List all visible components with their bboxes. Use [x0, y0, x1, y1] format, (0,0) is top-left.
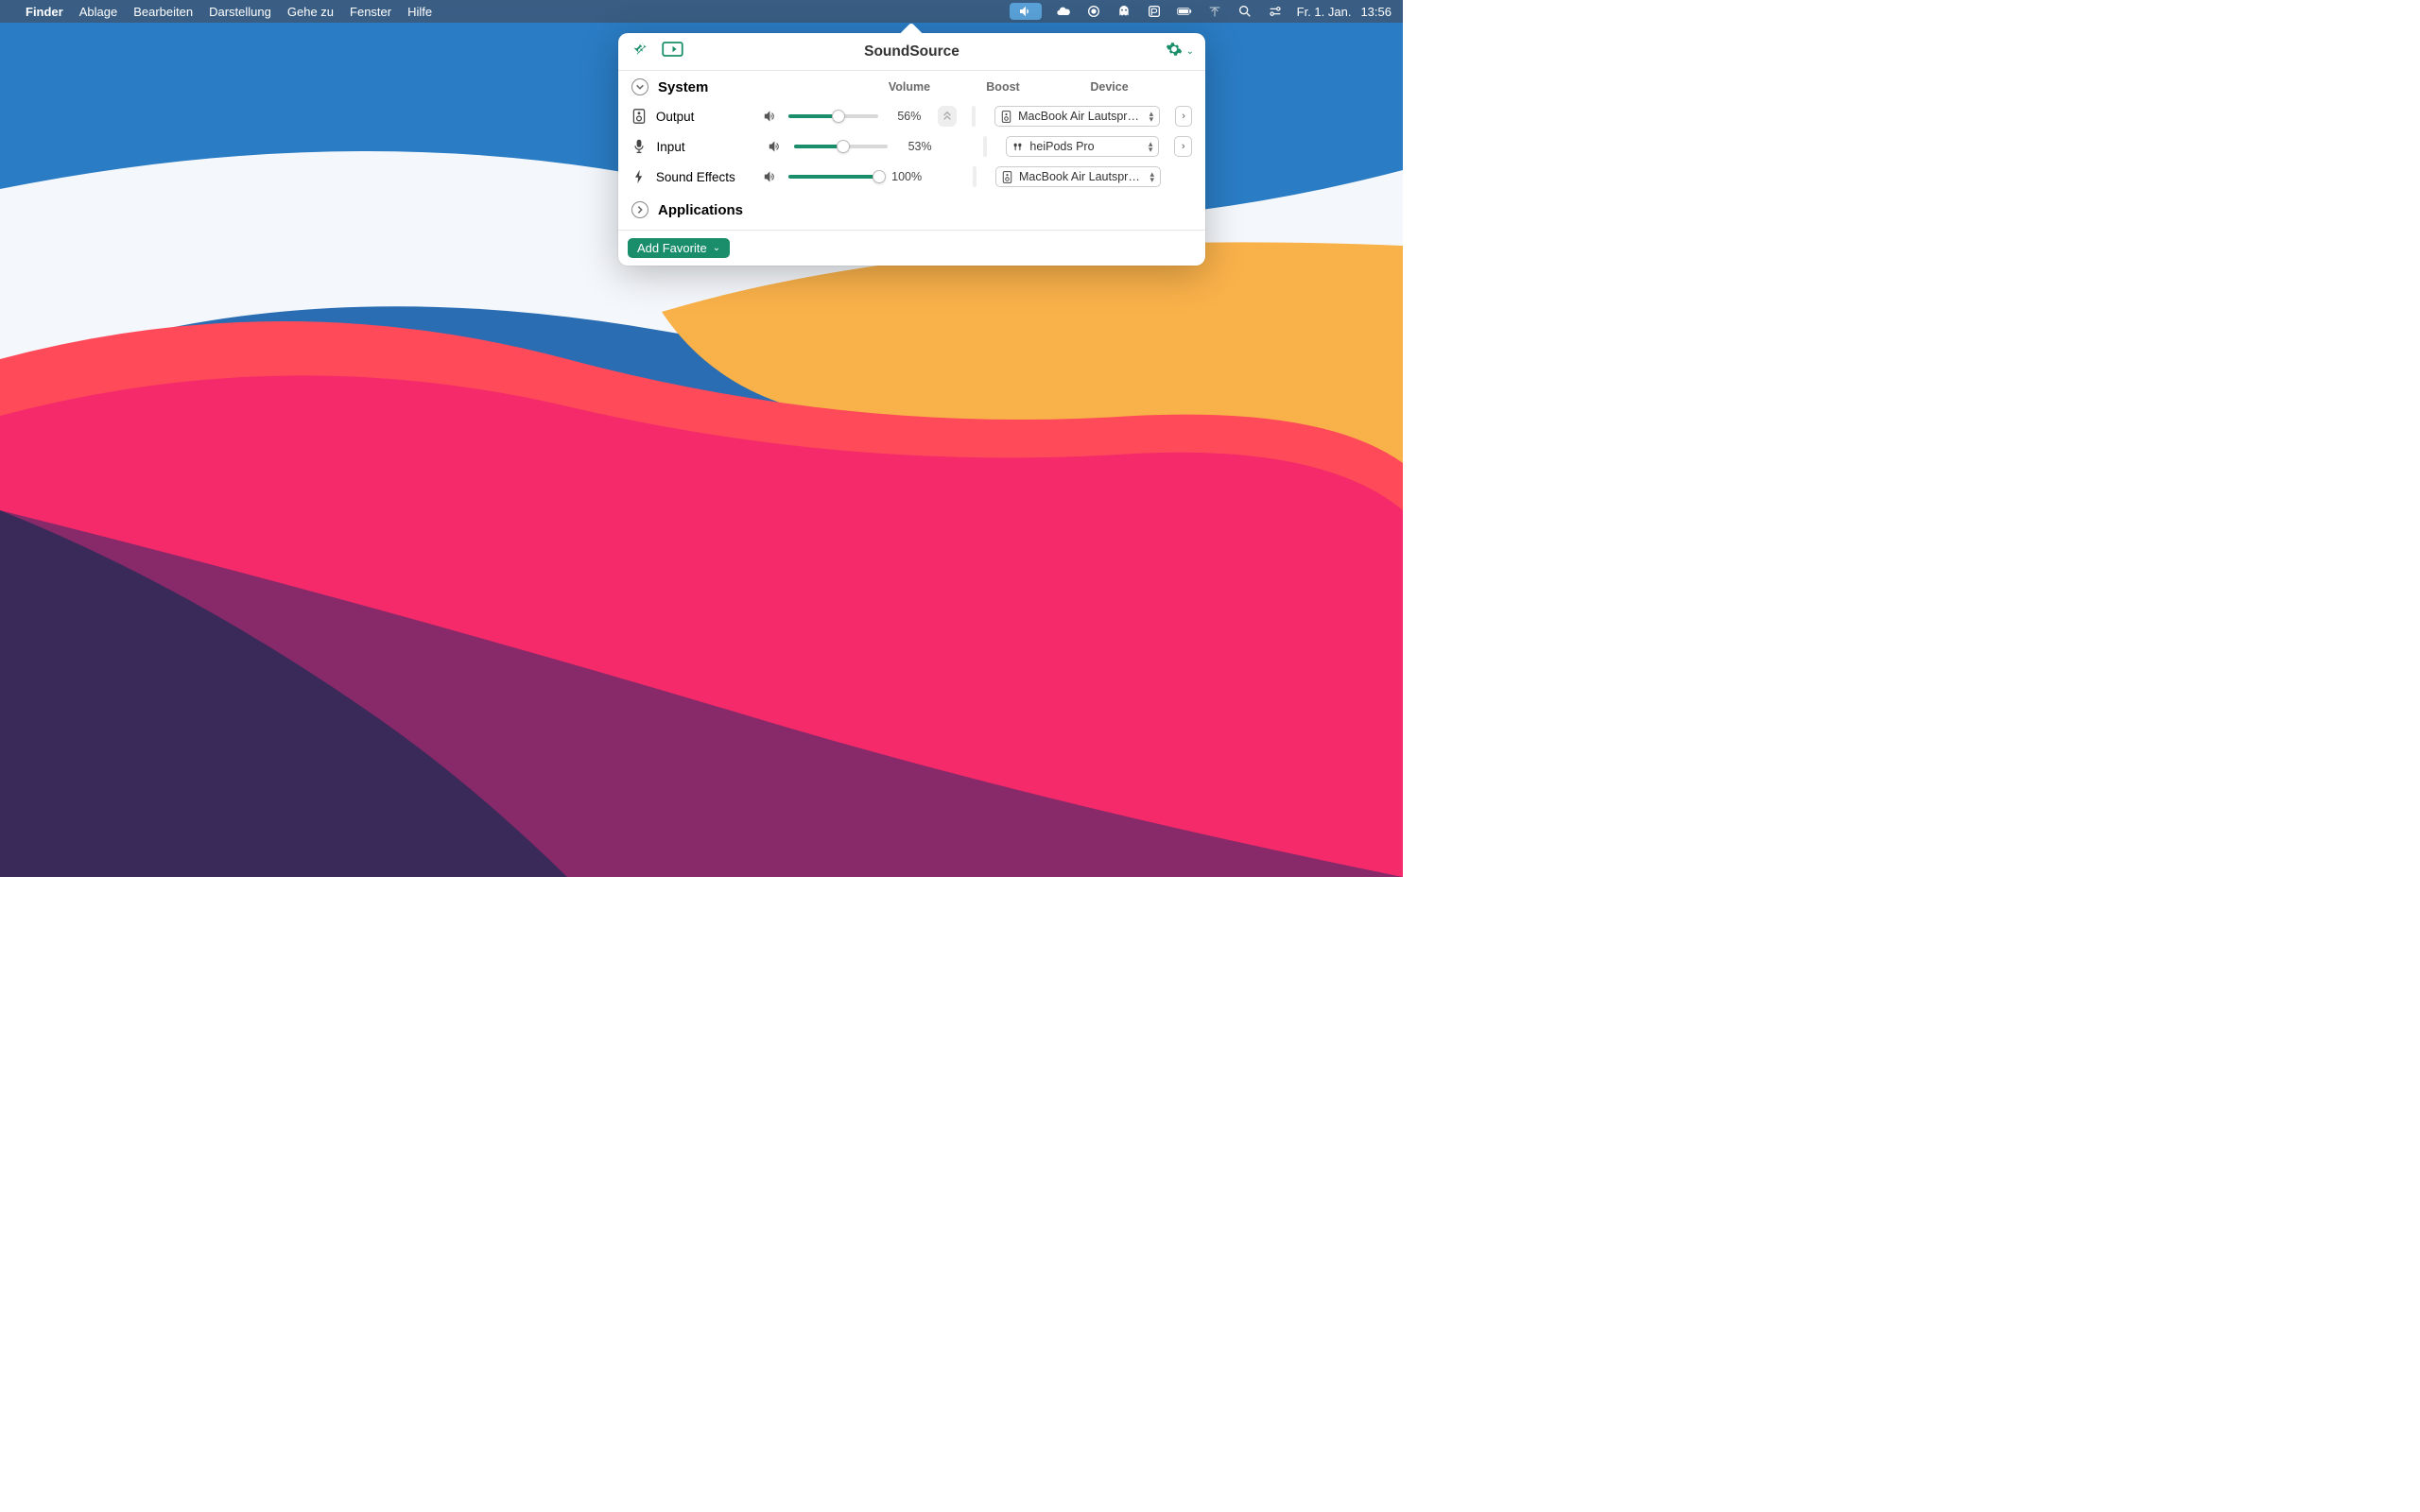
- applications-section-label: Applications: [658, 202, 743, 218]
- effects-level-meter: [973, 166, 977, 187]
- menubar: Finder Ablage Bearbeiten Darstellung Geh…: [0, 0, 1403, 23]
- settings-chevron-icon[interactable]: ⌄: [1186, 46, 1194, 57]
- control-center-icon[interactable]: [1267, 3, 1284, 20]
- effects-volume-slider[interactable]: [788, 169, 879, 184]
- column-volume-label: Volume: [839, 80, 979, 94]
- soundsource-status-icon[interactable]: [1010, 3, 1042, 20]
- input-row: Input 53% heiPods Pro ▴▾ ›: [618, 131, 1205, 162]
- effects-row: Sound Effects 100% MacBook Air Lautsprec…: [618, 162, 1205, 192]
- input-device-select[interactable]: heiPods Pro ▴▾: [1006, 136, 1159, 157]
- input-volume-value: 53%: [897, 140, 932, 153]
- pin-icon[interactable]: [630, 41, 650, 62]
- updown-icon: ▴▾: [1150, 171, 1154, 182]
- ghost-status-icon[interactable]: [1115, 3, 1132, 20]
- output-label: Output: [656, 110, 754, 124]
- menu-darstellung[interactable]: Darstellung: [209, 5, 271, 19]
- speaker-icon: [1001, 111, 1012, 123]
- column-boost-label: Boost: [979, 80, 1027, 94]
- output-volume-slider[interactable]: [788, 109, 878, 124]
- menu-ablage[interactable]: Ablage: [79, 5, 117, 19]
- airpods-icon: [1012, 141, 1024, 153]
- add-favorite-button[interactable]: Add Favorite ⌄: [628, 238, 730, 258]
- applications-expand-toggle[interactable]: [631, 201, 648, 218]
- system-collapse-toggle[interactable]: [631, 78, 648, 95]
- input-label: Input: [657, 140, 759, 154]
- effects-device-select[interactable]: MacBook Air Lautsprec… ▴▾: [995, 166, 1161, 187]
- soundsource-popover: SoundSource ⌄ System Volume Boost Device: [618, 33, 1205, 266]
- system-section-label: System: [658, 79, 708, 95]
- antenna-status-icon[interactable]: [1206, 3, 1223, 20]
- menu-gehe-zu[interactable]: Gehe zu: [287, 5, 334, 19]
- input-level-meter: [983, 136, 988, 157]
- output-mute-button[interactable]: [764, 110, 779, 123]
- effects-volume-value: 100%: [889, 170, 922, 183]
- effects-label: Sound Effects: [656, 170, 754, 184]
- output-device-label: MacBook Air Lautsprec…: [1018, 110, 1143, 123]
- menubar-datetime[interactable]: Fr. 1. Jan. 13:56: [1297, 5, 1392, 19]
- output-expand-button[interactable]: ›: [1175, 106, 1192, 127]
- app-status-icon[interactable]: [1146, 3, 1163, 20]
- input-mute-button[interactable]: [769, 140, 785, 153]
- input-expand-button[interactable]: ›: [1174, 136, 1192, 157]
- battery-status-icon[interactable]: [1176, 3, 1193, 20]
- microphone-icon: [631, 139, 648, 154]
- app-menu[interactable]: Finder: [26, 5, 63, 19]
- output-row: Output 56% MacBook Air Lautsprec… ▴▾: [618, 101, 1205, 131]
- output-volume-value: 56%: [888, 110, 921, 123]
- menubar-date: Fr. 1. Jan.: [1297, 5, 1352, 19]
- menu-hilfe[interactable]: Hilfe: [407, 5, 432, 19]
- output-device-select[interactable]: MacBook Air Lautsprec… ▴▾: [994, 106, 1160, 127]
- updown-icon: ▴▾: [1150, 111, 1154, 122]
- bolt-icon: [631, 169, 647, 184]
- output-level-meter: [972, 106, 976, 127]
- menu-bearbeiten[interactable]: Bearbeiten: [133, 5, 193, 19]
- chevron-down-icon: ⌄: [713, 243, 720, 253]
- speaker-icon: [1002, 171, 1013, 183]
- spotlight-icon[interactable]: [1236, 3, 1253, 20]
- menu-fenster[interactable]: Fenster: [350, 5, 391, 19]
- settings-button[interactable]: [1166, 41, 1183, 62]
- add-favorite-label: Add Favorite: [637, 241, 707, 255]
- output-boost-button[interactable]: [938, 106, 956, 127]
- effects-mute-button[interactable]: [764, 170, 779, 183]
- input-device-label: heiPods Pro: [1029, 140, 1142, 153]
- column-device-label: Device: [1027, 80, 1192, 94]
- speaker-icon: [631, 109, 647, 124]
- cloud-status-icon[interactable]: [1055, 3, 1072, 20]
- updown-icon: ▴▾: [1149, 141, 1153, 152]
- circle-status-icon[interactable]: [1085, 3, 1102, 20]
- float-window-icon[interactable]: [662, 41, 683, 62]
- input-volume-slider[interactable]: [794, 139, 888, 154]
- popover-title: SoundSource: [618, 43, 1205, 60]
- effects-device-label: MacBook Air Lautsprec…: [1019, 170, 1144, 183]
- menubar-time: 13:56: [1360, 5, 1392, 19]
